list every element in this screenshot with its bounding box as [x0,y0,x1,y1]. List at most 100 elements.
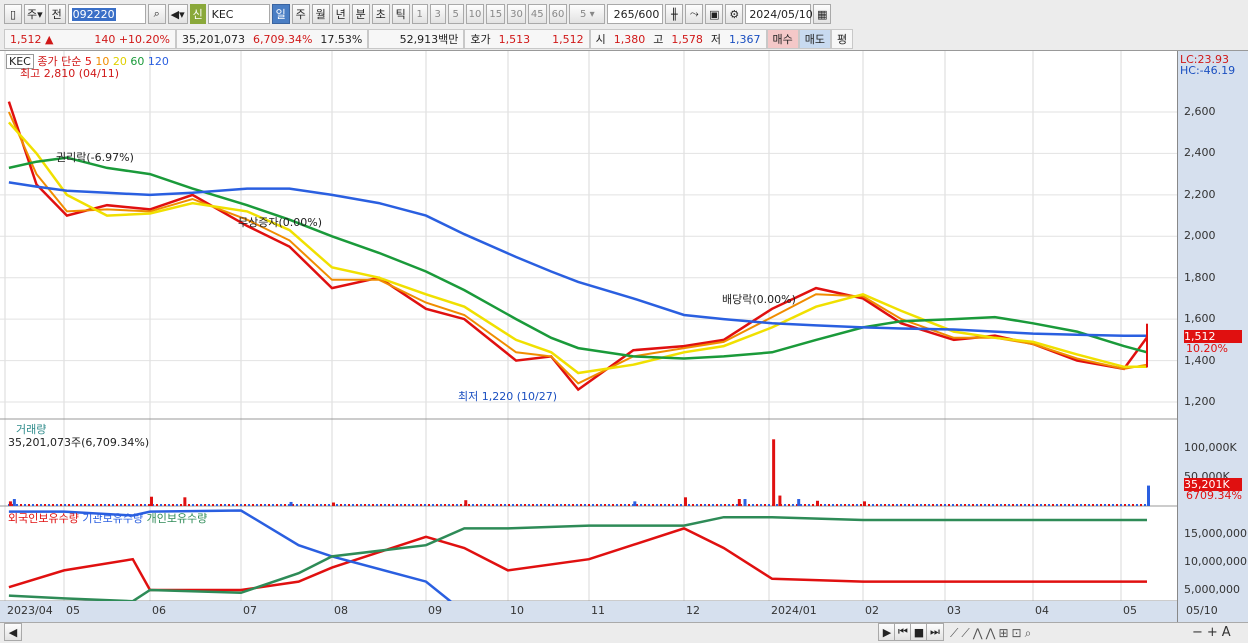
volume-bar [108,504,110,506]
search-icon[interactable]: ⌕ [147,4,166,24]
volume-bar [756,504,758,506]
volume-bar [716,504,718,506]
volume-bar [32,504,34,506]
sell-button[interactable]: 매도 [798,29,831,49]
hc-value: HC:-46.19 [1180,64,1236,77]
volume-bar [76,504,78,506]
volume-bar [1020,504,1022,506]
drawing-tools[interactable]: ⟋⟋⋀⋀⊞⊡⌕ [950,626,1034,641]
interval-button[interactable]: 60 [548,4,568,24]
tab-period-minute[interactable]: 분 [351,4,370,24]
volume-bar [1008,504,1010,506]
volume-bar [16,504,18,506]
low: 1,367 [729,32,761,46]
current-price: 1,512 [10,32,42,46]
volume-bar [600,504,602,506]
legend-foreign[interactable]: 외국인보유수량 [8,512,79,525]
legend-ma120[interactable]: 120 [148,55,169,68]
volume-bar [516,504,518,506]
interval-button[interactable]: 45 [527,4,547,24]
volume-bar [1060,504,1062,506]
volume-bar [1052,504,1054,506]
volume-bar [876,504,878,506]
volume-bar [280,504,282,506]
tab-period-second[interactable]: 초 [371,4,390,24]
volume-bar [588,504,590,506]
tab-period-day[interactable]: 일 [271,4,290,24]
chart-area[interactable]: KEC 종가 단순 5 10 20 60 120 최고 2,810 (04/11… [0,50,1248,623]
ma20-line [7,121,1147,375]
volume-bar [164,504,166,506]
volume-bar [1092,504,1094,506]
volume-bar [480,504,482,506]
date-input[interactable]: 2024/05/10 [745,4,813,24]
sound-icon[interactable]: ◀▾ [167,4,188,24]
zoom-controls[interactable]: −+A [1192,625,1235,640]
scroll-left-button[interactable]: ◀ [4,623,22,641]
volume-bar [988,504,990,506]
volume-bar [492,504,494,506]
tab-period-tick[interactable]: 틱 [391,4,410,24]
prev-button[interactable]: 전 [47,4,66,24]
stock-name-field[interactable]: KEC [207,4,270,24]
volume-bar [436,504,438,506]
ohlc-cell: 시 1,380 고 1,578 저 1,367 [589,29,767,49]
stock-code-input[interactable]: 092220 [67,4,146,24]
save-icon[interactable]: ▣ [705,4,724,24]
volume-bar [576,504,578,506]
open: 1,380 [613,32,646,46]
layout-icon[interactable]: ▯ [4,4,22,24]
interval-button[interactable]: 15 [486,4,506,24]
volume-bar [512,504,514,506]
volume-bar [863,501,866,506]
chart-svg[interactable] [0,51,1248,623]
indicator-add-icon[interactable]: ⤳ [685,4,704,24]
tab-period-month[interactable]: 월 [311,4,330,24]
volume: 35,201,073 [182,32,245,46]
change-pct: +10.20% [118,32,170,46]
volume-bar [568,504,570,506]
volume-bar [484,504,486,506]
bar-count-input[interactable]: 265/600 [607,4,664,24]
volume-bar [737,499,741,506]
volume-bar [72,504,74,506]
interval-button[interactable]: 3 [429,4,446,24]
volume-bar [252,504,254,506]
volume-bar [240,504,242,506]
volume-bar [336,504,338,506]
volume-bar [816,500,819,506]
legend-ma60[interactable]: 60 [130,55,144,68]
interval-button[interactable]: 10 [465,4,485,24]
volume-bar [128,504,130,506]
interval-select[interactable]: 5 ▾ [569,4,606,24]
interval-button[interactable]: 1 [411,4,428,24]
price-tick-label: 2,400 [1184,146,1216,160]
volume-bar [996,504,998,506]
volume-bar [772,439,776,506]
candle-type-icon[interactable]: ╫ [665,4,684,24]
volume-bar [1016,504,1018,506]
legend-individual[interactable]: 개인보유수량 [147,512,208,525]
volume-bar [720,504,722,506]
volume-bar [788,504,790,506]
tab-period-week[interactable]: 주 [291,4,310,24]
volume-bar [728,504,730,506]
tab-period-year[interactable]: 년 [331,4,350,24]
volume-bar [992,504,994,506]
price-tick-label: 2,200 [1184,187,1216,201]
period-type-select[interactable]: 주 ▾ [24,4,46,24]
x-last-label: 05/10 [1186,604,1218,617]
avg-button[interactable]: 평 [831,29,854,49]
gear-icon[interactable]: ⚙ [725,4,744,24]
volume-bar [268,504,270,506]
legend-institution[interactable]: 기관보유수량 [82,512,143,525]
volume-bar [916,504,918,506]
volume-bar [1040,504,1042,506]
interval-button[interactable]: 5 [447,4,464,24]
volume-bar [656,504,658,506]
last-button[interactable]: ⏭ [926,623,944,641]
interval-button[interactable]: 30 [507,4,526,24]
buy-button[interactable]: 매수 [766,29,799,49]
volume-bar [300,504,302,506]
calendar-icon[interactable]: ▦ [813,4,832,24]
